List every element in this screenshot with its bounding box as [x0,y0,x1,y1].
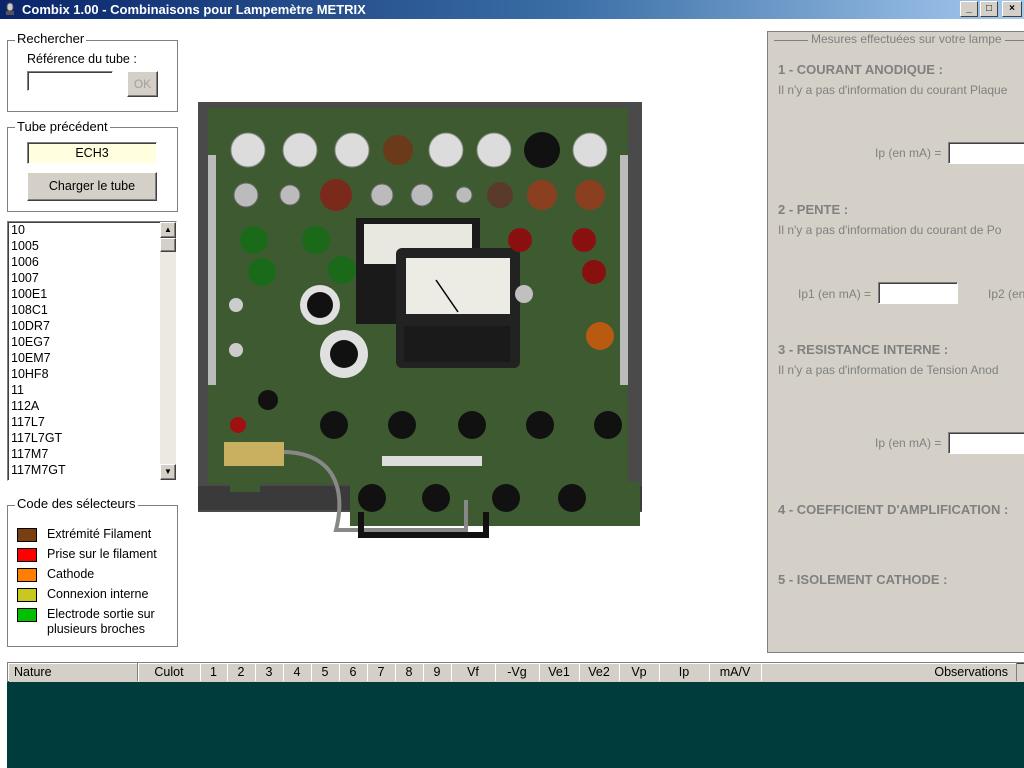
scroll-up-icon[interactable]: ▲ [160,222,176,238]
tube-list-item[interactable]: 10HF8 [8,366,176,382]
measures-panel: Mesures effectuées sur votre lampe 1 - C… [767,31,1024,653]
load-tube-button[interactable]: Charger le tube [27,172,157,201]
col-pin-3[interactable]: 3 [255,663,284,681]
col-pin-1[interactable]: 1 [200,663,228,681]
tube-list-item[interactable]: 10DR7 [8,318,176,334]
app-icon [6,2,14,15]
col-ma-v[interactable]: mA/V [709,663,762,681]
section-anode-current-title: 1 - COURANT ANODIQUE : [778,62,943,77]
col-pin-7[interactable]: 7 [367,663,396,681]
results-table-header: Nature Culot 1 2 3 4 5 6 7 8 9 Vf -Vg Ve… [7,662,1024,684]
close-button[interactable]: × [1002,1,1022,17]
col-pin-9[interactable]: 9 [423,663,452,681]
tube-list-item[interactable]: 117L7GT [8,430,176,446]
tube-list-scrollbar[interactable]: ▲ ▼ [160,222,176,480]
maximize-button[interactable]: □ [980,1,998,17]
tube-list[interactable]: 10 1005 1006 1007 100E1 108C1 10DR7 10EG7 10EM7 1… [7,221,177,481]
swatch-filament-end [17,528,37,542]
tube-list-item[interactable]: 1007 [8,270,176,286]
col-ip[interactable]: Ip [659,663,710,681]
col-nature[interactable]: Nature [8,663,138,681]
tube-reference-label: Référence du tube : [27,52,137,66]
col-pin-8[interactable]: 8 [395,663,424,681]
section-amplification-title: 4 - COEFFICIENT D'AMPLIFICATION : [778,502,1009,517]
scroll-down-icon[interactable]: ▼ [160,464,176,480]
tube-list-item[interactable]: 112A [8,398,176,414]
ip-input[interactable] [948,142,1024,164]
tube-list-item[interactable]: 10 [8,222,176,238]
section-internal-resistance-title: 3 - RESISTANCE INTERNE : [778,342,949,357]
previous-tube-title: Tube précédent [15,119,110,134]
ip1-label: Ip1 (en mA) = [798,287,872,301]
swatch-internal [17,588,37,602]
ok-button[interactable]: OK [127,71,158,97]
col-culot[interactable]: Culot [138,663,201,681]
legend-item-multi-pin-line2: plusieurs broches [47,622,145,636]
col-ve1[interactable]: Ve1 [539,663,580,681]
search-group-title: Rechercher [15,31,87,46]
col-vf[interactable]: Vf [451,663,496,681]
col-pin-6[interactable]: 6 [339,663,368,681]
ip-label: Ip (en mA) = [875,146,942,160]
section-internal-resistance-info: Il n'y a pas d'information de Tension An… [778,363,999,377]
ip-label-2: Ip (en mA) = [875,436,942,450]
tube-list-item[interactable]: 100E1 [8,286,176,302]
col-vp[interactable]: Vp [619,663,660,681]
swatch-multi-pin [17,608,37,622]
col-vg[interactable]: -Vg [495,663,540,681]
swatch-filament-tap [17,548,37,562]
tube-list-item[interactable]: 1006 [8,254,176,270]
col-ve2[interactable]: Ve2 [579,663,620,681]
section-cathode-isolation-title: 5 - ISOLEMENT CATHODE : [778,572,948,587]
swatch-cathode [17,568,37,582]
tube-list-item[interactable]: 108C1 [8,302,176,318]
tube-list-item[interactable]: 1005 [8,238,176,254]
minimize-button[interactable]: _ [960,1,978,17]
col-pin-4[interactable]: 4 [283,663,312,681]
col-pin-2[interactable]: 2 [227,663,256,681]
tube-reference-input[interactable] [27,71,113,91]
title-bar[interactable]: Combix 1.00 - Combinaisons pour Lampemèt… [0,0,1024,19]
section-slope-info: Il n'y a pas d'information du courant de… [778,223,1002,237]
ip2-label: Ip2 (en [988,287,1024,301]
section-slope-title: 2 - PENTE : [778,202,849,217]
section-anode-current-info: Il n'y a pas d'information du courant Pl… [778,83,1008,97]
results-table-body[interactable] [7,682,1024,768]
tube-list-item[interactable]: 11 [8,382,176,398]
previous-tube-field: ECH3 [27,142,157,164]
ip-input-2[interactable] [948,432,1024,454]
tube-list-item[interactable]: 10EM7 [8,350,176,366]
tube-list-item[interactable]: 117L7 [8,414,176,430]
selector-code-title: Code des sélecteurs [15,496,138,511]
ip1-input[interactable] [878,282,958,304]
tube-list-item[interactable]: 117M7 [8,446,176,462]
lampemetre-image [198,102,642,538]
tube-list-items: 10 1005 1006 1007 100E1 108C1 10DR7 10EG7 10EM7 1… [8,222,176,478]
col-observations[interactable]: Observations [761,663,1017,681]
col-pin-5[interactable]: 5 [311,663,340,681]
window-title: Combix 1.00 - Combinaisons pour Lampemèt… [22,2,366,17]
measures-group-title: Mesures effectuées sur votre lampe [808,32,1005,46]
tube-list-item[interactable]: 10EG7 [8,334,176,350]
scroll-thumb[interactable] [160,238,176,252]
tube-list-item[interactable]: 117M7GT [8,462,176,478]
